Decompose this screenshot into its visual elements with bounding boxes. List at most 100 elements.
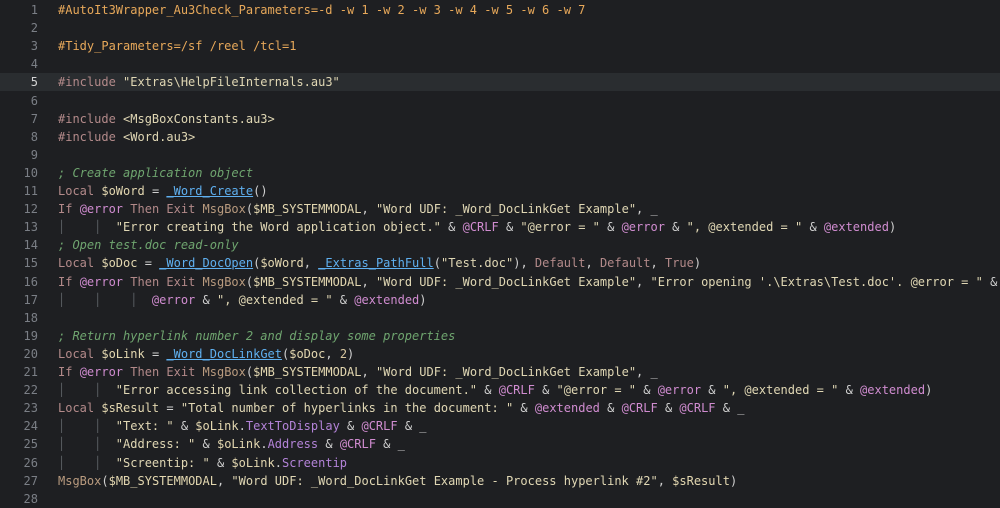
code-line[interactable]: 18: [0, 309, 1000, 327]
code-token: MsgBox: [202, 202, 246, 217]
code-token: "Word UDF: _Word_DocLinkGet Example": [375, 202, 637, 217]
code-token: $MB_SYSTEMMODAL: [108, 473, 217, 488]
code-token: 2: [339, 346, 348, 361]
code-text: │ │ │ @error & ", @extended = " & @exten…: [58, 291, 427, 309]
code-line[interactable]: 12 If @error Then Exit MsgBox($MB_SYSTEMM…: [0, 200, 1000, 218]
line-number: 7: [30, 111, 38, 126]
code-line[interactable]: 19 ; Return hyperlink number 2 and displa…: [0, 327, 1000, 345]
line-number: 13: [23, 220, 38, 235]
code-text: If @error Then Exit MsgBox($MB_SYSTEMMOD…: [58, 363, 658, 381]
code-token: If: [58, 274, 80, 289]
code-token: #AutoIt3Wrapper_Au3Check_Parameters=-d -…: [58, 3, 586, 17]
code-token: ): [419, 292, 427, 307]
code-line[interactable]: 5 #include "Extras\HelpFileInternals.au3": [0, 73, 1000, 92]
code-line[interactable]: 11 Local $oWord = _Word_Create(): [0, 182, 1000, 200]
line-number: 26: [23, 455, 38, 470]
code-token: =: [137, 256, 160, 271]
code-line[interactable]: 28: [0, 490, 1000, 508]
code-token: &: [332, 292, 355, 307]
code-token: &: [318, 437, 340, 452]
code-line[interactable]: 21 If @error Then Exit MsgBox($MB_SYSTEMM…: [0, 363, 1000, 381]
code-token: @CRLF: [498, 383, 535, 398]
code-token: $oLink: [195, 419, 239, 434]
code-token: ),: [513, 256, 535, 271]
code-line[interactable]: 17 │ │ │ @error & ", @extended = " & @ext…: [0, 291, 1000, 309]
code-line[interactable]: 8 #include <Word.au3>: [0, 128, 1000, 146]
code-line[interactable]: 14 ; Open test.doc read-only: [0, 236, 1000, 254]
code-token: & _: [715, 401, 745, 416]
code-token: @CRLF: [621, 401, 658, 416]
code-text: If @error Then Exit MsgBox($MB_SYSTEMMOD…: [58, 273, 1000, 291]
line-number: 28: [23, 491, 38, 506]
code-line[interactable]: 24 │ │ "Text: " & $oLink.TextToDisplay & …: [0, 417, 1000, 435]
code-token: Then Exit: [123, 202, 203, 217]
code-token: MsgBox: [202, 365, 246, 379]
code-line[interactable]: 25 │ │ "Address: " & $oLink.Address & @CR…: [0, 435, 1000, 453]
code-token: &: [173, 419, 196, 434]
line-number: 9: [30, 147, 38, 162]
code-text: │ │ "Screentip: " & $oLink.Screentip: [58, 454, 347, 472]
code-line[interactable]: 1 #AutoIt3Wrapper_Au3Check_Parameters=-d …: [0, 1, 1000, 19]
code-token: $MB_SYSTEMMODAL: [253, 365, 362, 379]
code-text: Local $oDoc = _Word_DocOpen ($oWord, _Ext…: [58, 254, 701, 272]
code-token: &: [636, 383, 658, 398]
code-token: ,: [361, 274, 376, 289]
indent-guide: │ │: [58, 220, 116, 235]
code-token: ,: [325, 346, 340, 361]
code-text: MsgBox($MB_SYSTEMMODAL, "Word UDF: _Word…: [58, 472, 737, 490]
code-line[interactable]: 26 │ │ "Screentip: " & $oLink.Screentip: [0, 454, 1000, 472]
code-line[interactable]: 2: [0, 19, 1000, 37]
code-line[interactable]: 10 ; Create application object: [0, 164, 1000, 182]
indent-guide: │ │: [58, 437, 116, 452]
line-number: 18: [23, 310, 38, 325]
line-number: 23: [23, 401, 38, 416]
line-number: 19: [23, 328, 38, 343]
code-token: (: [433, 256, 441, 271]
code-line[interactable]: 4: [0, 55, 1000, 73]
code-token: $sResult: [672, 473, 730, 488]
code-token: Local: [58, 184, 102, 198]
code-line[interactable]: 20 Local $oLink = _Word_DocLinkGet($oDoc,…: [0, 345, 1000, 363]
code-line[interactable]: 23 Local $sResult = "Total number of hype…: [0, 399, 1000, 417]
code-token: =: [144, 346, 167, 361]
code-text: ; Return hyperlink number 2 and display …: [58, 327, 455, 345]
code-token: "Word UDF: _Word_DocLinkGet Example": [375, 274, 637, 289]
code-line[interactable]: 16 If @error Then Exit MsgBox($MB_SYSTEMM…: [0, 273, 1000, 291]
code-token: ", @extended = ": [216, 292, 333, 307]
code-token: "Error creating the Word application obj…: [115, 220, 441, 235]
line-number: 4: [30, 57, 38, 72]
code-token: "Address: ": [115, 437, 196, 452]
code-line[interactable]: 27 MsgBox($MB_SYSTEMMODAL, "Word UDF: _Wo…: [0, 472, 1000, 490]
code-line[interactable]: 9: [0, 146, 1000, 164]
code-line[interactable]: 13 │ │ "Error creating the Word applicati…: [0, 218, 1000, 236]
code-token: ): [693, 256, 702, 271]
code-token: ,: [303, 256, 319, 271]
code-text: │ │ "Address: " & $oLink.Address & @CRLF…: [58, 435, 405, 453]
code-token: "Screentip: ": [115, 455, 210, 470]
code-token: <Word.au3>: [123, 129, 196, 144]
code-line[interactable]: 3 #Tidy_Parameters=/sf /reel /tcl=1: [0, 37, 1000, 55]
code-token: =: [144, 184, 167, 198]
code-token: ,: [636, 274, 651, 289]
code-token: $oDoc: [289, 346, 326, 361]
code-token: @CRLF: [679, 401, 716, 416]
line-number: 8: [30, 129, 38, 144]
code-line[interactable]: 22 │ │ "Error accessing link collection o…: [0, 381, 1000, 399]
code-token: "Total number of hyperlinks in the docum…: [180, 401, 514, 416]
code-token: .: [274, 455, 282, 470]
line-number: 1: [30, 3, 38, 17]
code-line[interactable]: 7 #include <MsgBoxConstants.au3>: [0, 110, 1000, 128]
line-number: 12: [23, 202, 38, 217]
code-line[interactable]: 6: [0, 92, 1000, 110]
code-text: ; Open test.doc read-only: [58, 236, 239, 254]
code-text: #include <Word.au3>: [58, 128, 195, 146]
code-text: Local $sResult = "Total number of hyperl…: [58, 399, 744, 417]
code-token: "Test.doc": [440, 256, 514, 271]
code-line[interactable]: 15 Local $oDoc = _Word_DocOpen ($oWord, _E…: [0, 254, 1000, 272]
code-text: If @error Then Exit MsgBox($MB_SYSTEMMOD…: [58, 200, 658, 218]
line-number: 6: [30, 93, 38, 108]
code-token: Address: [267, 437, 319, 452]
code-token: &: [802, 220, 824, 235]
line-number: 17: [23, 292, 38, 307]
code-editor[interactable]: 1 #AutoIt3Wrapper_Au3Check_Parameters=-d …: [0, 0, 1000, 506]
